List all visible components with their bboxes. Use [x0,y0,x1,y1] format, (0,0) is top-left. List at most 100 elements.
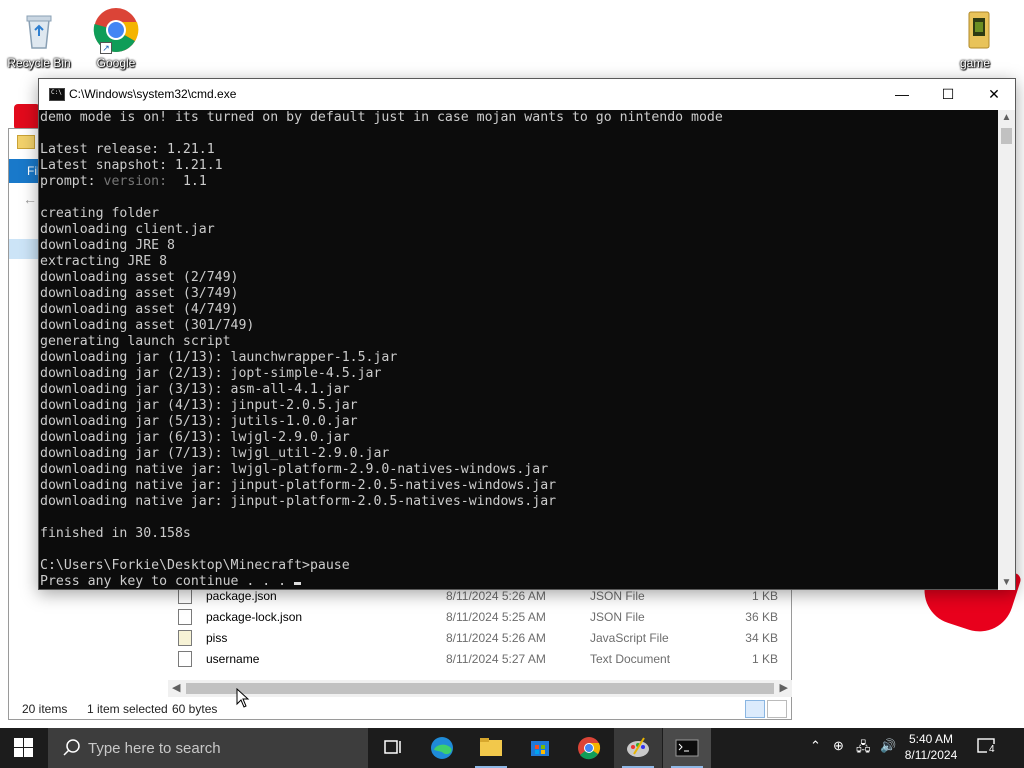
scroll-down-icon[interactable]: ▼ [998,577,1015,588]
file-size: 36 KB [745,610,778,624]
folder-icon [17,135,35,149]
volume-icon[interactable]: 🔊 [880,738,896,754]
file-tab-label: Fil [27,164,40,178]
notification-center-button[interactable]: 4 [976,736,998,758]
system-clock[interactable]: 5:40 AM 8/11/2024 [900,731,962,763]
scroll-right-icon[interactable]: ▶ [780,681,788,694]
search-placeholder: Type here to search [88,740,221,757]
file-size: 34 KB [745,631,778,645]
taskbar-cmd[interactable] [663,728,711,768]
chrome-icon [578,737,601,760]
horizontal-scrollbar[interactable]: ◀ ▶ [168,680,792,697]
cmd-window[interactable]: C:\Windows\system32\cmd.exe — ☐ ✕ demo m… [38,78,1016,590]
back-arrow-icon[interactable]: ← [23,191,37,207]
mouse-cursor-icon [236,687,250,713]
console-line: downloading asset (2/749) [40,270,239,285]
recycle-bin-icon [15,6,63,54]
store-icon [531,741,549,756]
console-line: downloading client.jar [40,222,215,237]
file-type: JSON File [590,610,645,624]
text-cursor [294,582,302,585]
network-icon[interactable]: 🖧 [856,738,871,760]
search-icon [63,739,80,756]
file-name: package.json [206,589,277,603]
minimize-button[interactable]: — [879,79,925,110]
cmd-titlebar[interactable]: C:\Windows\system32\cmd.exe — ☐ ✕ [39,79,1015,110]
shortcut-arrow-icon: ↗ [100,42,112,54]
folder-icon [951,6,999,54]
prompt-hint: version: [103,174,175,189]
file-date: 8/11/2024 5:27 AM [446,652,546,666]
recycle-bin-label: Recycle Bin [7,56,71,70]
console-line: downloading native jar: jinput-platform-… [40,478,557,493]
file-size: 1 KB [751,589,778,603]
taskbar-store[interactable] [516,728,564,768]
console-line: downloading jar (6/13): lwjgl-2.9.0.jar [40,430,350,445]
file-date: 8/11/2024 5:26 AM [446,631,546,645]
taskbar-paint[interactable] [614,728,662,768]
desktop-icon-game[interactable]: game [940,6,1010,70]
desktop-icon-google-chrome[interactable]: ↗ Google [81,6,151,70]
scroll-left-icon[interactable]: ◀ [172,681,180,694]
console-line: demo mode is on! its turned on by defaul… [40,110,723,125]
taskbar-chrome[interactable] [565,728,613,768]
console-line: downloading asset (4/749) [40,302,239,317]
console-text: demo mode is on! its turned on by defaul… [40,110,999,590]
text-file-icon [178,651,192,667]
scrollbar-thumb[interactable] [1001,128,1012,144]
location-icon[interactable]: ⊕ [833,738,844,754]
file-type: Text Document [590,652,671,666]
selection-count: 1 item selected [87,702,168,716]
cmd-app-icon [49,88,65,101]
chrome-icon: ↗ [92,6,140,54]
console-vertical-scrollbar[interactable]: ▲ ▼ [998,110,1015,590]
console-line: creating folder [40,206,160,221]
details-view-button[interactable] [745,700,765,718]
scrollbar-thumb[interactable] [186,683,774,694]
background-app-icon [14,104,40,130]
file-date: 8/11/2024 5:25 AM [446,610,546,624]
game-label: game [959,56,991,70]
start-button[interactable] [0,728,48,768]
console-line: generating launch script [40,334,231,349]
console-line: extracting JRE 8 [40,254,168,269]
console-line: C:\Users\Forkie\Desktop\Minecraft>pause [40,558,350,573]
taskbar-file-explorer[interactable] [467,728,515,768]
file-row[interactable]: piss 8/11/2024 5:26 AM JavaScript File 3… [178,628,778,649]
prompt-label: prompt: [40,174,104,189]
chevron-up-icon[interactable]: ⌃ [810,738,821,754]
window-title: C:\Windows\system32\cmd.exe [69,87,237,101]
console-line: downloading jar (2/13): jopt-simple-4.5.… [40,366,382,381]
large-icons-view-button[interactable] [767,700,787,718]
task-view-button[interactable] [368,728,416,768]
file-row[interactable]: username 8/11/2024 5:27 AM Text Document… [178,649,778,670]
console-output[interactable]: demo mode is on! its turned on by defaul… [39,110,999,590]
explorer-status-bar: 20 items 1 item selected 60 bytes [8,698,792,720]
taskbar: Type here to search ⌃ ⊕ 🖧 🔊 5:40 AM 8/11… [0,728,1024,768]
notification-count: 4 [987,744,997,755]
item-count: 20 items [22,702,68,716]
file-name: username [206,652,260,666]
file-size: 1 KB [751,652,778,666]
cmd-icon [675,739,699,757]
scroll-up-icon[interactable]: ▲ [998,112,1015,123]
taskbar-edge[interactable] [418,728,466,768]
file-type: JavaScript File [590,631,669,645]
file-name: piss [206,631,228,645]
paint-icon [627,737,649,757]
chrome-label: Google [96,56,136,70]
close-button[interactable]: ✕ [971,79,1017,110]
clock-date: 8/11/2024 [904,748,958,762]
maximize-button[interactable]: ☐ [925,79,971,110]
javascript-file-icon [178,630,192,646]
console-line: downloading jar (1/13): launchwrapper-1.… [40,350,398,365]
desktop-icon-recycle-bin[interactable]: Recycle Bin [4,6,74,70]
console-line: downloading asset (3/749) [40,286,239,301]
file-row[interactable]: package-lock.json 8/11/2024 5:25 AM JSON… [178,607,778,628]
task-view-icon [384,740,401,754]
clock-time: 5:40 AM [908,732,954,746]
file-date: 8/11/2024 5:26 AM [446,589,546,603]
console-line: downloading JRE 8 [40,238,175,253]
console-line: downloading asset (301/749) [40,318,255,333]
taskbar-search-box[interactable]: Type here to search [48,728,368,768]
